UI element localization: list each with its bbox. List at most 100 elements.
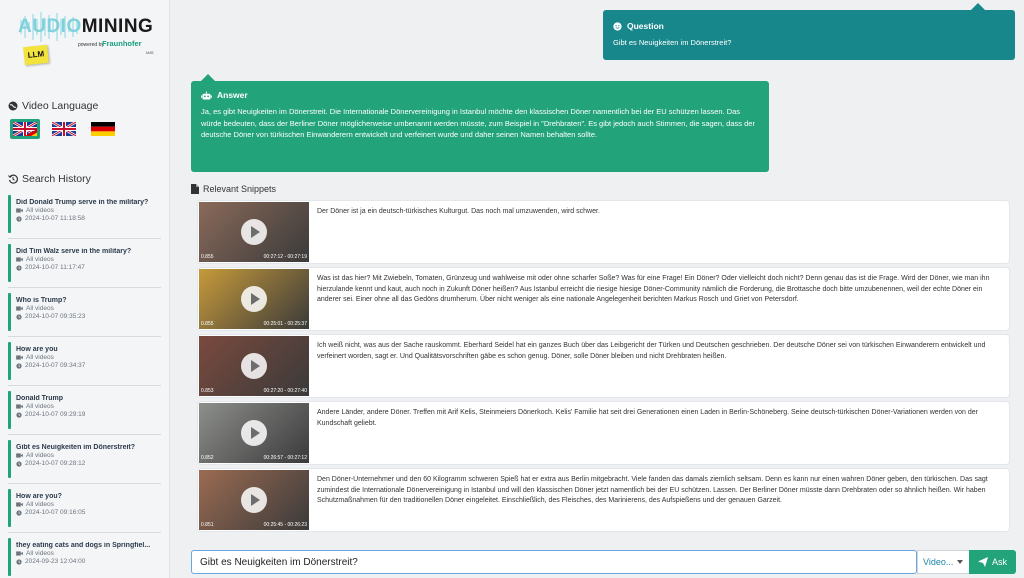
ask-button[interactable]: Ask: [969, 550, 1016, 574]
snippet-timestamp: 00:27:20 - 00:27:40: [263, 388, 307, 394]
video-thumbnail[interactable]: 0.852 00:26:57 - 00:27:12: [199, 403, 309, 463]
history-item-scope: All videos: [16, 354, 161, 361]
history-item-date: 2024-10-07 11:18:58: [16, 215, 161, 222]
fraunhofer-logo: Fraunhofer: [102, 39, 142, 48]
caret-down-icon: [957, 560, 964, 564]
snippet-timestamp: 00:27:12 - 00:27:19: [263, 254, 307, 260]
video-select-dropdown[interactable]: Video...: [917, 550, 971, 574]
snippet-card: 0.853 00:27:20 - 00:27:40 Ich weiß nicht, …: [198, 335, 1009, 397]
flag-german[interactable]: [88, 119, 118, 139]
answer-label: Answer: [217, 90, 248, 100]
history-item[interactable]: Did Tim Walz serve in the military? All v…: [8, 239, 161, 288]
audiomining-logo: AUDIOMINING LLM powered by Fraunhofer IA…: [18, 10, 158, 70]
play-icon[interactable]: [241, 487, 267, 513]
history-item-scope: All videos: [16, 501, 161, 508]
question-label: Question: [627, 21, 664, 31]
history-item-scope-text: All videos: [26, 501, 54, 508]
snippet-timestamp: 00:25:45 - 00:26:23: [263, 522, 307, 528]
snippet-timestamp: 00:25:01 - 00:25:37: [263, 321, 307, 327]
history-item-date-text: 2024-09-23 12:04:00: [25, 558, 86, 565]
history-item-scope: All videos: [16, 207, 161, 214]
search-history-heading: Search History: [8, 173, 91, 185]
play-icon[interactable]: [241, 420, 267, 446]
history-item[interactable]: How are you? All videos 2024-10-07 09:16:0…: [8, 484, 161, 533]
snippet-text: Der Döner ist ja ein deutsch-türkisches …: [317, 208, 600, 215]
send-icon: [977, 557, 988, 567]
history-item-date: 2024-10-07 09:35:23: [16, 313, 161, 320]
video-language-label: Video Language: [22, 100, 99, 112]
clock-icon: [16, 558, 22, 565]
history-item-date-text: 2024-10-07 09:16:05: [25, 509, 86, 516]
snippet-card: 0.855 00:27:12 - 00:27:19 Der Döner ist ja…: [198, 201, 1009, 263]
history-item[interactable]: How are you All videos 2024-10-07 09:34:37: [8, 337, 161, 386]
history-item[interactable]: Donald Trump All videos 2024-10-07 09:29:1…: [8, 386, 161, 435]
answer-bubble: Answer Ja, es gibt Neuigkeiten im Döners…: [191, 74, 769, 172]
video-thumbnail[interactable]: 0.855 00:27:12 - 00:27:19: [199, 202, 309, 262]
snippet-card: 0.855 00:25:01 - 00:25:37 Was ist das hier…: [198, 268, 1009, 330]
clock-icon: [16, 460, 22, 467]
history-item-scope-text: All videos: [26, 207, 54, 214]
history-item-date: 2024-10-07 11:17:47: [16, 264, 161, 271]
video-camera-icon: [16, 208, 23, 213]
uk-de-flag-icon: [13, 122, 37, 136]
video-thumbnail[interactable]: 0.851 00:25:45 - 00:26:23: [199, 470, 309, 530]
video-camera-icon: [16, 355, 23, 360]
globe-icon: [8, 101, 18, 111]
relevant-snippets-heading: Relevant Snippets: [191, 184, 276, 194]
germany-flag-icon: [91, 122, 115, 136]
history-item-date: 2024-09-23 12:04:00: [16, 558, 161, 565]
history-item-title: How are you?: [16, 493, 62, 500]
snippet-score: 0.855: [201, 254, 214, 260]
history-item-title: Did Donald Trump serve in the military?: [16, 199, 149, 206]
question-text: Gibt es Neuigkeiten im Dönerstreit?: [613, 38, 732, 47]
powered-by-text: powered by: [78, 42, 104, 48]
history-item-date-text: 2024-10-07 09:35:23: [25, 313, 86, 320]
snippet-list: 0.855 00:27:12 - 00:27:19 Der Döner ist ja…: [198, 201, 1009, 536]
history-item-scope-text: All videos: [26, 354, 54, 361]
history-item-scope: All videos: [16, 452, 161, 459]
language-flags: [10, 119, 118, 139]
video-camera-icon: [16, 306, 23, 311]
video-thumbnail[interactable]: 0.855 00:25:01 - 00:25:37: [199, 269, 309, 329]
flag-english-german[interactable]: [10, 119, 40, 139]
video-camera-icon: [16, 453, 23, 458]
history-item-date-text: 2024-10-07 11:17:47: [25, 264, 85, 271]
search-history-list: Did Donald Trump serve in the military? A…: [0, 190, 169, 578]
question-bubble: Question Gibt es Neuigkeiten im Dönerstr…: [603, 3, 1015, 60]
snippet-text: Ich weiß nicht, was aus der Sache rausko…: [317, 342, 986, 360]
play-icon[interactable]: [241, 219, 267, 245]
snippet-text: Was ist das hier? Mit Zwiebeln, Tomaten,…: [317, 275, 990, 303]
history-item[interactable]: they eating cats and dogs in Springfiel.…: [8, 533, 161, 578]
clock-icon: [16, 264, 22, 271]
snippet-score: 0.855: [201, 321, 214, 327]
video-select-label: Video...: [923, 557, 954, 567]
snippet-score: 0.851: [201, 522, 214, 528]
history-item-title: Did Tim Walz serve in the military?: [16, 248, 132, 255]
robot-icon: [201, 90, 212, 100]
history-item-scope-text: All videos: [26, 550, 54, 557]
flag-english[interactable]: [49, 119, 79, 139]
relevant-snippets-label: Relevant Snippets: [203, 184, 277, 194]
history-item-title: Who is Trump?: [16, 297, 67, 304]
history-item-date-text: 2024-10-07 09:29:19: [25, 411, 86, 418]
history-item-scope-text: All videos: [26, 305, 54, 312]
history-item[interactable]: Did Donald Trump serve in the military? A…: [8, 190, 161, 239]
ask-button-label: Ask: [991, 557, 1007, 567]
history-item[interactable]: Who is Trump? All videos 2024-10-07 09:35:…: [8, 288, 161, 337]
history-item-scope: All videos: [16, 550, 161, 557]
uk-flag-icon: [52, 122, 76, 136]
play-icon[interactable]: [241, 353, 267, 379]
play-icon[interactable]: [241, 286, 267, 312]
history-item-scope-text: All videos: [26, 256, 54, 263]
history-item-date: 2024-10-07 09:34:37: [16, 362, 161, 369]
history-item-date: 2024-10-07 09:28:12: [16, 460, 161, 467]
history-item-date-text: 2024-10-07 09:28:12: [25, 460, 86, 467]
history-item-title: they eating cats and dogs in Springfiel.…: [16, 542, 151, 549]
video-thumbnail[interactable]: 0.853 00:27:20 - 00:27:40: [199, 336, 309, 396]
question-input[interactable]: [191, 550, 917, 574]
snippet-text: Den Döner-Unternehmer und den 60 Kilogra…: [317, 476, 988, 504]
video-camera-icon: [16, 404, 23, 409]
clock-icon: [16, 215, 22, 222]
snippet-score: 0.853: [201, 388, 214, 394]
history-item[interactable]: Gibt es Neuigkeiten im Dönerstreit? All v…: [8, 435, 161, 484]
